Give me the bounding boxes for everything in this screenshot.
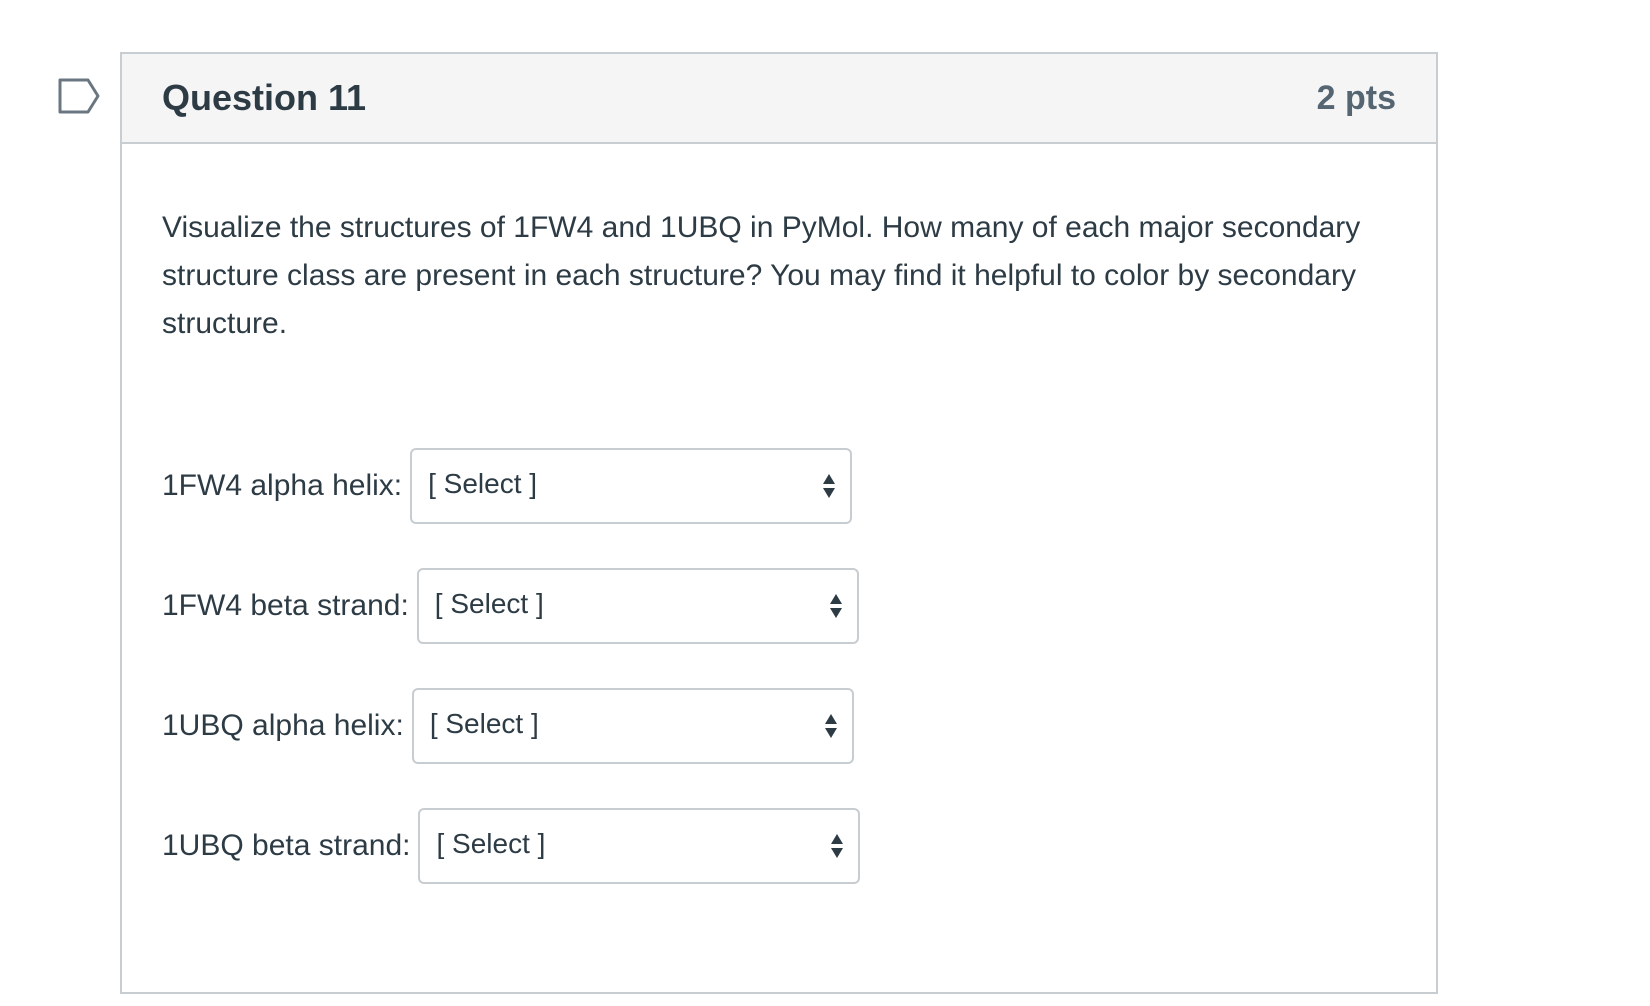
question-body: Visualize the structures of 1FW4 and 1UB… <box>122 144 1436 884</box>
answer-row-1fw4-beta-strand: 1FW4 beta strand: [ Select ] <box>162 568 1396 644</box>
answer-row-1fw4-alpha-helix: 1FW4 alpha helix: [ Select ] <box>162 448 1396 524</box>
question-points: 2 pts <box>1316 78 1396 117</box>
select-value: [ Select ] <box>428 468 538 499</box>
answer-row-1ubq-beta-strand: 1UBQ beta strand: [ Select ] <box>162 808 1396 884</box>
select-arrows-icon <box>823 474 836 498</box>
select-arrows-icon <box>824 714 837 738</box>
answer-label: 1UBQ beta strand: <box>162 829 411 862</box>
question-title: Question 11 <box>162 77 367 118</box>
select-value: [ Select ] <box>429 708 539 739</box>
select-arrows-icon <box>831 834 844 858</box>
question-header: Question 11 2 pts <box>122 54 1436 144</box>
answer-select-1ubq-beta-strand[interactable]: [ Select ] <box>418 808 861 884</box>
select-value: [ Select ] <box>436 828 546 859</box>
question-text: Visualize the structures of 1FW4 and 1UB… <box>162 211 1361 340</box>
select-value: [ Select ] <box>434 588 544 619</box>
answer-label: 1FW4 beta strand: <box>162 589 409 622</box>
flag-question-icon[interactable] <box>58 78 102 114</box>
answer-select-1ubq-alpha-helix[interactable]: [ Select ] <box>411 688 854 764</box>
answer-row-1ubq-alpha-helix: 1UBQ alpha helix: [ Select ] <box>162 688 1396 764</box>
answer-label: 1UBQ alpha helix: <box>162 709 404 742</box>
answer-select-1fw4-alpha-helix[interactable]: [ Select ] <box>410 448 853 524</box>
answer-list: 1FW4 alpha helix: [ Select ] 1FW4 beta s… <box>162 448 1396 884</box>
question-card: Question 11 2 pts Visualize the structur… <box>120 52 1438 994</box>
answer-select-1fw4-beta-strand[interactable]: [ Select ] <box>416 568 859 644</box>
answer-label: 1FW4 alpha helix: <box>162 469 403 502</box>
select-arrows-icon <box>829 594 842 618</box>
